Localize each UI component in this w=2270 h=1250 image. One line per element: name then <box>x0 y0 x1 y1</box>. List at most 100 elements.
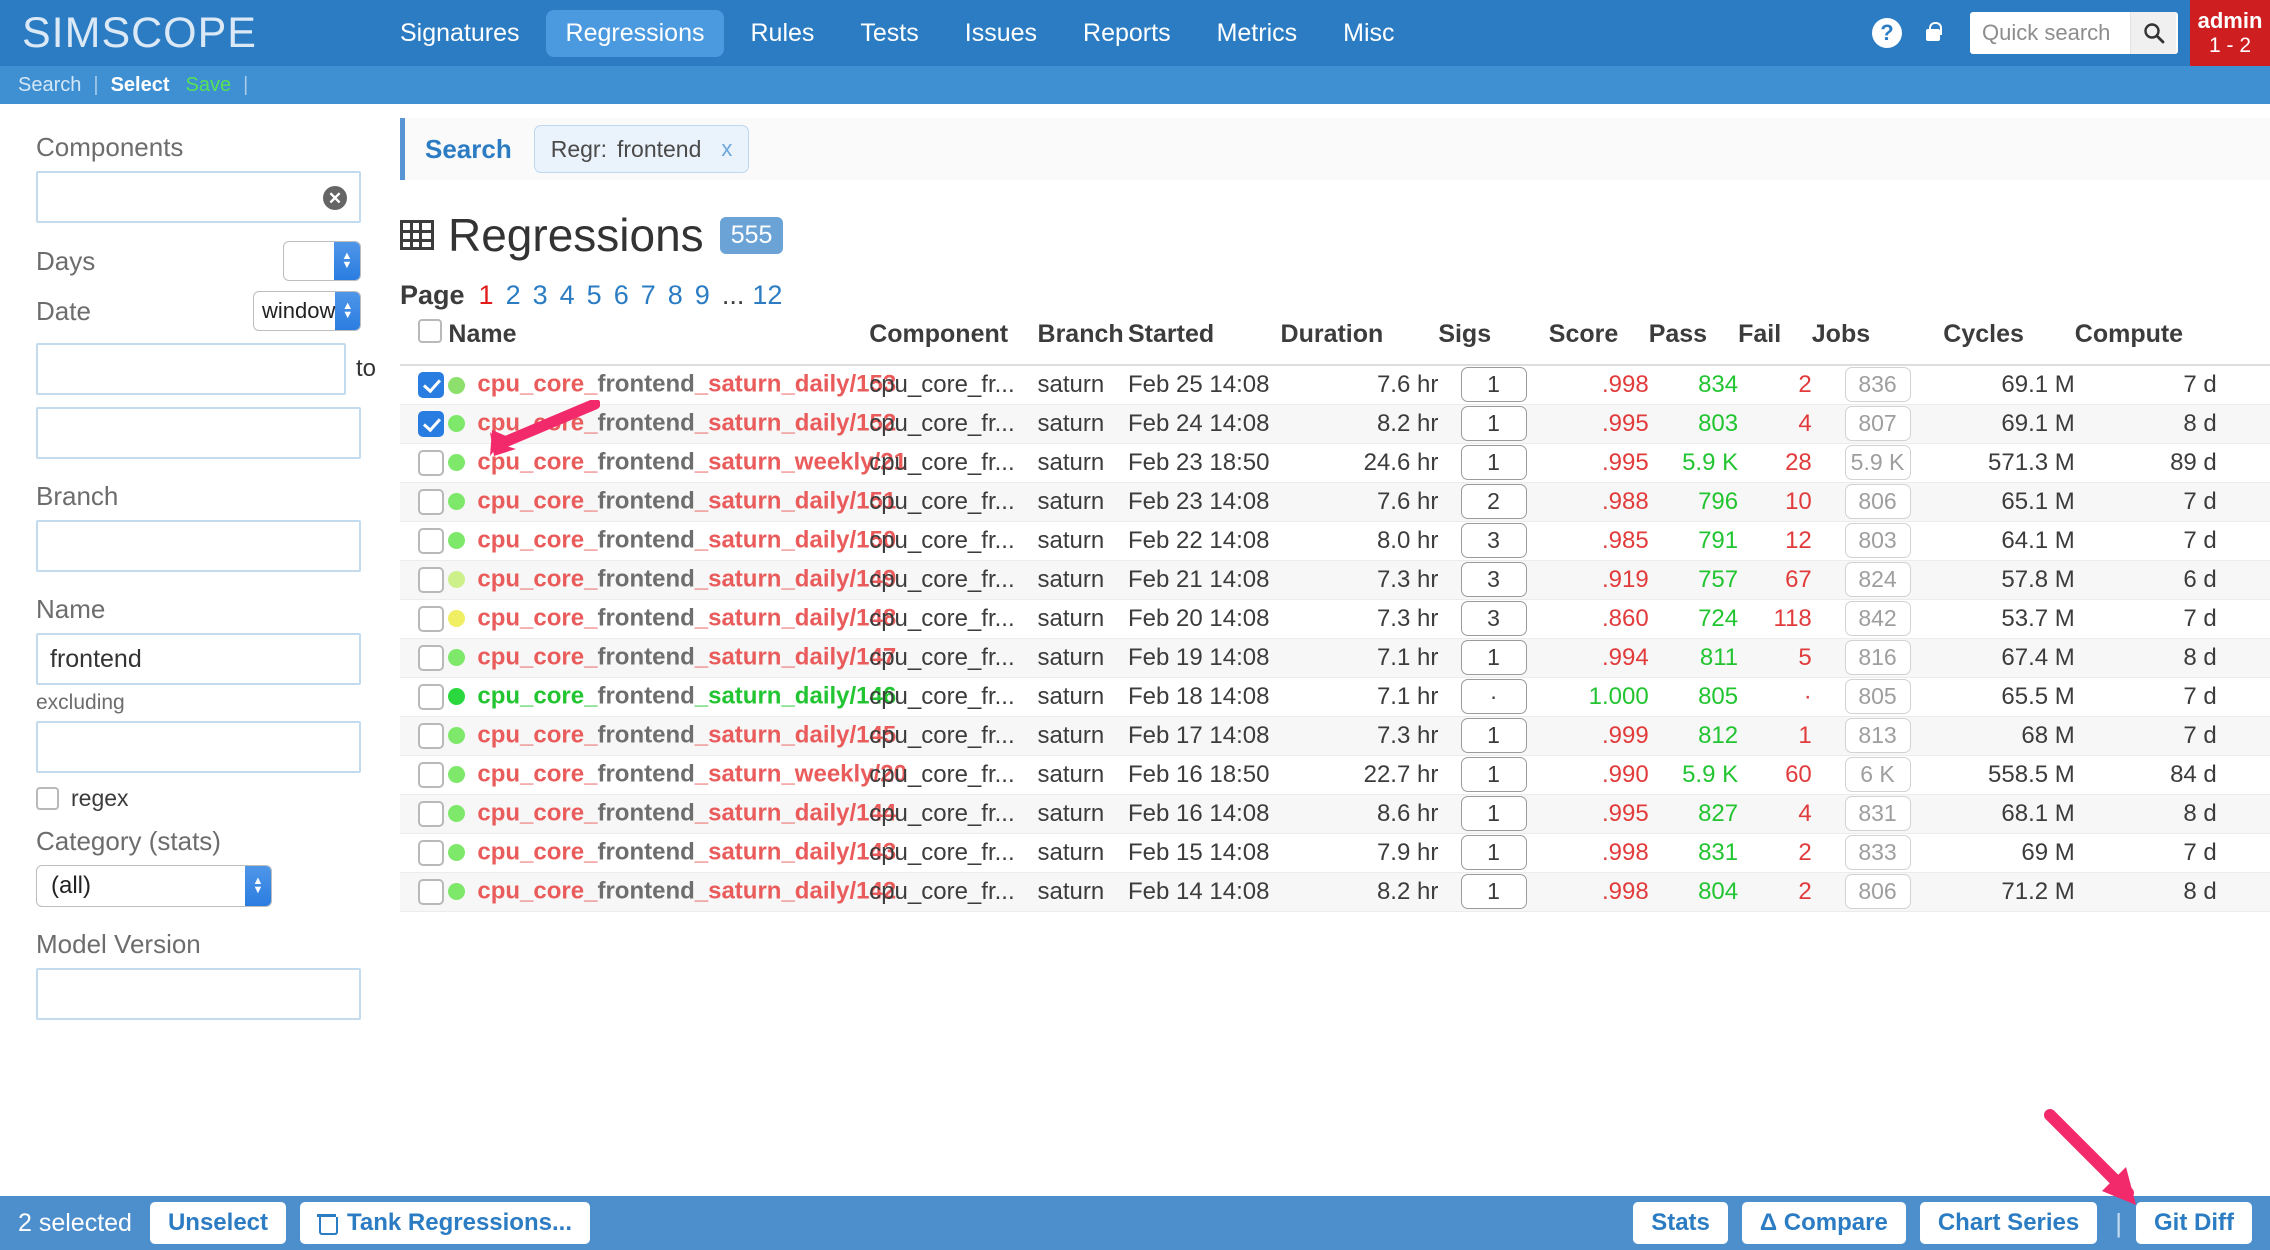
page-link-last[interactable]: 12 <box>752 280 782 311</box>
row-checkbox[interactable] <box>418 840 444 867</box>
column-header-started[interactable]: Started <box>1127 319 1281 366</box>
search-panel-title[interactable]: Search <box>425 134 512 165</box>
regression-name-cell[interactable]: cpu_core_frontend_saturn_daily/153 <box>448 365 896 404</box>
sigs-pill[interactable]: 1 <box>1460 835 1527 870</box>
column-header-sigs[interactable]: Sigs <box>1438 319 1549 366</box>
column-header-duration[interactable]: Duration <box>1280 319 1439 366</box>
column-header-component[interactable]: Component <box>869 319 1038 366</box>
row-checkbox[interactable] <box>418 723 444 750</box>
regression-name-link[interactable]: cpu_core_frontend_saturn_daily/146 <box>477 683 896 710</box>
select-all-checkbox[interactable] <box>418 319 442 343</box>
app-logo[interactable]: SIMSCOPE <box>0 9 330 58</box>
row-checkbox[interactable] <box>418 645 444 672</box>
regression-name-link[interactable]: cpu_core_frontend_saturn_daily/150 <box>477 527 896 554</box>
page-link-5[interactable]: 5 <box>587 280 602 311</box>
sigs-pill[interactable]: 1 <box>1460 718 1527 753</box>
page-link-3[interactable]: 3 <box>533 280 548 311</box>
git-diff-button[interactable]: Git Diff <box>2136 1202 2252 1244</box>
compare-button[interactable]: Δ Compare <box>1741 1202 1906 1244</box>
nav-item-regressions[interactable]: Regressions <box>545 9 725 57</box>
row-checkbox[interactable] <box>418 801 444 828</box>
jobs-pill[interactable]: 807 <box>1844 406 1911 441</box>
row-checkbox[interactable] <box>418 450 444 477</box>
regression-name-cell[interactable]: cpu_core_frontend_saturn_weekly/21 <box>448 443 907 482</box>
components-input[interactable] <box>38 173 359 221</box>
model-version-input[interactable] <box>38 970 359 1018</box>
sigs-pill[interactable]: 1 <box>1460 640 1527 675</box>
table-row[interactable]: cpu_core_frontend_saturn_weekly/21 cpu_co… <box>400 443 2270 482</box>
quick-search-input[interactable] <box>1970 14 2130 52</box>
excluding-input[interactable] <box>38 723 359 771</box>
page-link-7[interactable]: 7 <box>641 280 656 311</box>
jobs-pill[interactable]: 806 <box>1844 874 1911 909</box>
regression-name-link[interactable]: cpu_core_frontend_saturn_daily/147 <box>477 644 896 671</box>
row-checkbox[interactable] <box>418 489 444 516</box>
chart-series-button[interactable]: Chart Series <box>1919 1202 2098 1244</box>
search-icon[interactable] <box>2130 12 2176 54</box>
regression-name-link[interactable]: cpu_core_frontend_saturn_daily/142 <box>477 878 896 905</box>
page-link-9[interactable]: 9 <box>695 280 710 311</box>
nav-item-signatures[interactable]: Signatures <box>380 10 540 57</box>
sigs-pill[interactable]: · <box>1460 679 1527 714</box>
row-checkbox[interactable] <box>418 762 444 789</box>
jobs-pill[interactable]: 816 <box>1844 640 1911 675</box>
column-header-name[interactable]: Name <box>448 319 870 366</box>
sigs-pill[interactable]: 1 <box>1460 874 1527 909</box>
table-row[interactable]: cpu_core_frontend_saturn_daily/151 cpu_co… <box>400 482 2270 521</box>
regression-name-cell[interactable]: cpu_core_frontend_saturn_daily/145 <box>448 716 896 755</box>
regression-name-link[interactable]: cpu_core_frontend_saturn_weekly/20 <box>477 761 907 788</box>
jobs-pill[interactable]: 6 K <box>1844 757 1911 792</box>
jobs-pill[interactable]: 813 <box>1844 718 1911 753</box>
jobs-pill[interactable]: 836 <box>1844 367 1911 403</box>
page-link-2[interactable]: 2 <box>506 280 521 311</box>
column-header-compute[interactable]: Compute <box>2074 319 2217 366</box>
close-icon[interactable]: x <box>721 136 732 162</box>
column-header-fail[interactable]: Fail <box>1738 319 1812 366</box>
category-select[interactable]: (all) ▲ ▼ <box>36 865 272 907</box>
row-checkbox[interactable] <box>418 411 444 438</box>
jobs-pill[interactable]: 833 <box>1844 835 1911 870</box>
nav-item-metrics[interactable]: Metrics <box>1197 10 1318 57</box>
row-checkbox[interactable] <box>418 567 444 594</box>
row-checkbox[interactable] <box>418 879 444 906</box>
subnav-select-link[interactable]: Select <box>111 74 170 97</box>
jobs-pill[interactable]: 806 <box>1844 484 1911 519</box>
nav-item-rules[interactable]: Rules <box>730 10 834 57</box>
jobs-pill[interactable]: 831 <box>1844 796 1911 831</box>
jobs-pill[interactable]: 842 <box>1844 601 1911 636</box>
name-input[interactable] <box>38 635 359 683</box>
column-header-score[interactable]: Score <box>1548 319 1649 366</box>
sigs-pill[interactable]: 3 <box>1460 601 1527 636</box>
chevron-updown-icon[interactable]: ▲ ▼ <box>334 242 360 280</box>
column-header-pass[interactable]: Pass <box>1648 319 1739 366</box>
search-filter-chip[interactable]: Regr: frontend x <box>533 125 750 173</box>
regression-name-link[interactable]: cpu_core_frontend_saturn_daily/145 <box>477 722 896 749</box>
date-mode-select[interactable]: window ▲ ▼ <box>253 291 361 331</box>
sigs-pill[interactable]: 1 <box>1460 406 1527 441</box>
jobs-pill[interactable]: 824 <box>1844 562 1911 597</box>
user-badge[interactable]: admin 1 - 2 <box>2190 0 2270 66</box>
page-link-8[interactable]: 8 <box>668 280 683 311</box>
table-row[interactable]: cpu_core_frontend_saturn_daily/143 cpu_co… <box>400 833 2270 872</box>
sigs-pill[interactable]: 1 <box>1460 757 1527 792</box>
jobs-pill[interactable]: 803 <box>1844 523 1911 558</box>
table-row[interactable]: cpu_core_frontend_saturn_daily/149 cpu_co… <box>400 560 2270 599</box>
clear-circle-icon[interactable]: ✕ <box>323 186 347 210</box>
sigs-pill[interactable]: 1 <box>1460 796 1527 831</box>
regression-name-cell[interactable]: cpu_core_frontend_saturn_daily/151 <box>448 482 896 521</box>
sigs-pill[interactable]: 3 <box>1460 562 1527 597</box>
help-icon[interactable]: ? <box>1864 10 1910 56</box>
regression-name-cell[interactable]: cpu_core_frontend_saturn_weekly/20 <box>448 755 907 794</box>
regression-name-link[interactable]: cpu_core_frontend_saturn_daily/152 <box>477 410 896 437</box>
regression-name-cell[interactable]: cpu_core_frontend_saturn_daily/144 <box>448 794 896 833</box>
column-header-cycles[interactable]: Cycles <box>1943 319 2075 366</box>
branch-input[interactable] <box>38 522 359 570</box>
days-stepper[interactable]: ▲ ▼ <box>283 241 361 281</box>
table-row[interactable]: cpu_core_frontend_saturn_daily/145 cpu_co… <box>400 716 2270 755</box>
subnav-save-link[interactable]: Save <box>186 74 232 97</box>
nav-item-issues[interactable]: Issues <box>945 10 1057 57</box>
date-to-input[interactable] <box>38 409 359 457</box>
regression-name-link[interactable]: cpu_core_frontend_saturn_daily/143 <box>477 839 896 866</box>
regression-name-link[interactable]: cpu_core_frontend_saturn_daily/148 <box>477 605 896 632</box>
regression-name-cell[interactable]: cpu_core_frontend_saturn_daily/143 <box>448 833 896 872</box>
